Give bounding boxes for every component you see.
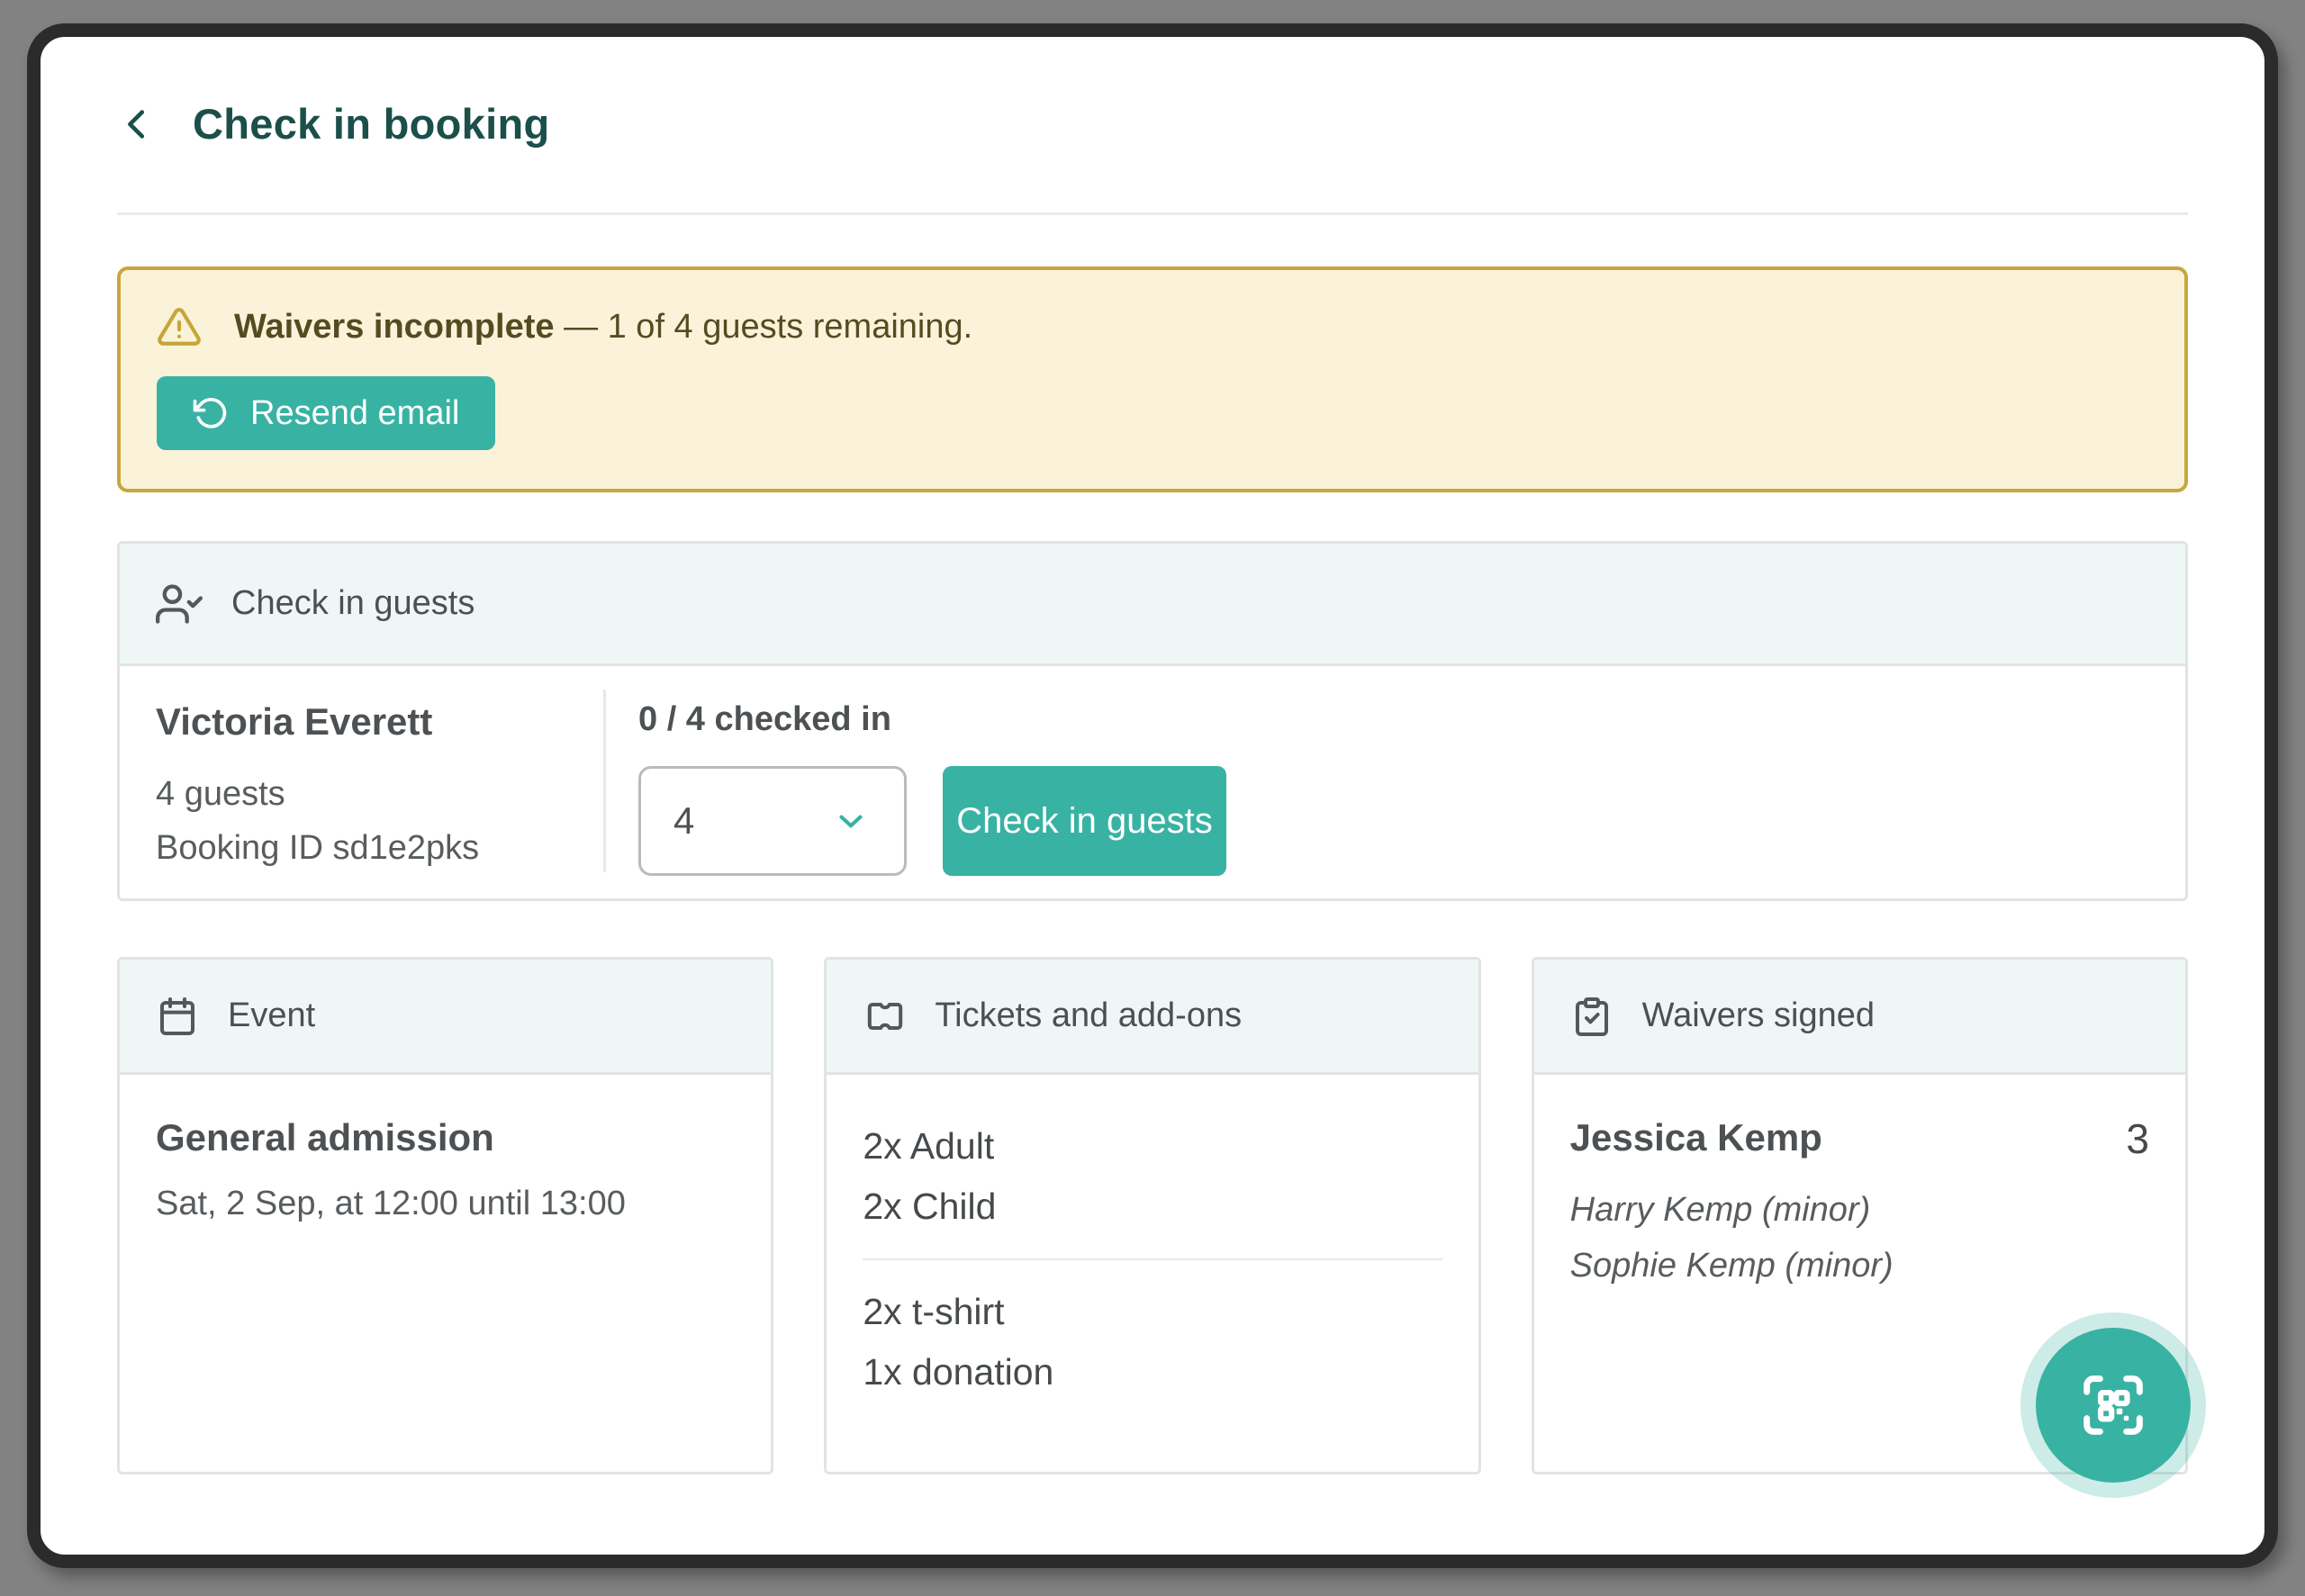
waivers-card-header: Waivers signed bbox=[1534, 960, 2185, 1075]
addon-line: 1x donation bbox=[863, 1342, 1442, 1402]
ticket-icon bbox=[863, 995, 906, 1038]
waivers-warning-banner: Waivers incomplete — 1 of 4 guests remai… bbox=[117, 266, 2188, 492]
tickets-addons-divider bbox=[863, 1258, 1442, 1260]
tickets-card-header: Tickets and add-ons bbox=[827, 960, 1478, 1075]
chevron-down-icon bbox=[832, 802, 870, 840]
ticket-line: 2x Adult bbox=[863, 1116, 1442, 1177]
page-content: Check in booking Waivers incomplete — 1 … bbox=[117, 0, 2188, 1596]
check-in-body: Victoria Everett 4 guests Booking ID sd1… bbox=[120, 666, 2185, 896]
ticket-line: 2x Child bbox=[863, 1177, 1442, 1237]
guest-count-select-value: 4 bbox=[673, 799, 694, 843]
check-in-guests-header: Check in guests bbox=[120, 544, 2185, 666]
tickets-card: Tickets and add-ons 2x Adult 2x Child 2x… bbox=[824, 957, 1480, 1474]
waiver-minors-list: Harry Kemp (minor) Sophie Kemp (minor) bbox=[1570, 1182, 2149, 1294]
qr-scan-icon bbox=[2074, 1366, 2153, 1445]
guest-name: Victoria Everett bbox=[156, 700, 603, 744]
resend-icon bbox=[193, 395, 229, 431]
event-card-body: General admission Sat, 2 Sep, at 12:00 u… bbox=[120, 1075, 771, 1223]
clipboard-check-icon bbox=[1570, 995, 1614, 1038]
warning-title: Waivers incomplete bbox=[234, 308, 555, 346]
warning-row: Waivers incomplete — 1 of 4 guests remai… bbox=[157, 304, 2148, 349]
check-in-guests-button[interactable]: Check in guests bbox=[943, 766, 1226, 876]
waivers-card-body: Jessica Kemp 3 Harry Kemp (minor) Sophie… bbox=[1534, 1075, 2185, 1294]
guest-count-select[interactable]: 4 bbox=[638, 766, 907, 876]
controls-row: 4 Check in guests bbox=[638, 766, 1226, 876]
waivers-card-title: Waivers signed bbox=[1642, 996, 1875, 1035]
guest-count: 4 guests bbox=[156, 767, 603, 821]
waivers-signed-count: 3 bbox=[2126, 1116, 2149, 1162]
section-title: Check in guests bbox=[231, 584, 475, 623]
event-datetime: Sat, 2 Sep, at 12:00 until 13:00 bbox=[156, 1185, 735, 1223]
warning-triangle-icon bbox=[157, 304, 202, 349]
resend-email-button[interactable]: Resend email bbox=[157, 376, 495, 450]
page-header: Check in booking bbox=[117, 99, 550, 149]
qr-scan-fab-halo bbox=[2020, 1312, 2206, 1498]
check-in-guests-section: Check in guests Victoria Everett 4 guest… bbox=[117, 541, 2188, 901]
chevron-left-icon bbox=[117, 104, 158, 145]
booking-id: Booking ID sd1e2pks bbox=[156, 821, 603, 875]
waiver-signer-name: Jessica Kemp bbox=[1570, 1116, 1822, 1159]
checked-in-progress: 0 / 4 checked in bbox=[638, 700, 1226, 739]
calendar-icon bbox=[156, 995, 199, 1038]
booking-summary: Victoria Everett 4 guests Booking ID sd1… bbox=[120, 666, 603, 896]
event-card-header: Event bbox=[120, 960, 771, 1075]
event-name: General admission bbox=[156, 1116, 735, 1159]
check-in-controls: 0 / 4 checked in 4 Check in guests bbox=[606, 666, 1226, 896]
user-check-icon bbox=[156, 581, 203, 627]
addon-line: 2x t-shirt bbox=[863, 1282, 1442, 1342]
back-button[interactable] bbox=[117, 104, 158, 145]
event-card: Event General admission Sat, 2 Sep, at 1… bbox=[117, 957, 773, 1474]
tickets-card-body: 2x Adult 2x Child 2x t-shirt 1x donation bbox=[827, 1075, 1478, 1402]
waiver-signer-row: Jessica Kemp 3 bbox=[1570, 1116, 2149, 1162]
event-card-title: Event bbox=[228, 996, 315, 1035]
resend-email-label: Resend email bbox=[250, 394, 459, 433]
page-title: Check in booking bbox=[193, 99, 550, 149]
waiver-minor: Sophie Kemp (minor) bbox=[1570, 1238, 2149, 1294]
warning-detail: — 1 of 4 guests remaining. bbox=[564, 308, 972, 346]
qr-scan-button[interactable] bbox=[2036, 1328, 2191, 1483]
info-cards-row: Event General admission Sat, 2 Sep, at 1… bbox=[117, 957, 2188, 1474]
waiver-minor: Harry Kemp (minor) bbox=[1570, 1182, 2149, 1238]
tickets-card-title: Tickets and add-ons bbox=[935, 996, 1242, 1035]
warning-message: Waivers incomplete — 1 of 4 guests remai… bbox=[234, 308, 972, 347]
header-divider bbox=[117, 212, 2188, 215]
